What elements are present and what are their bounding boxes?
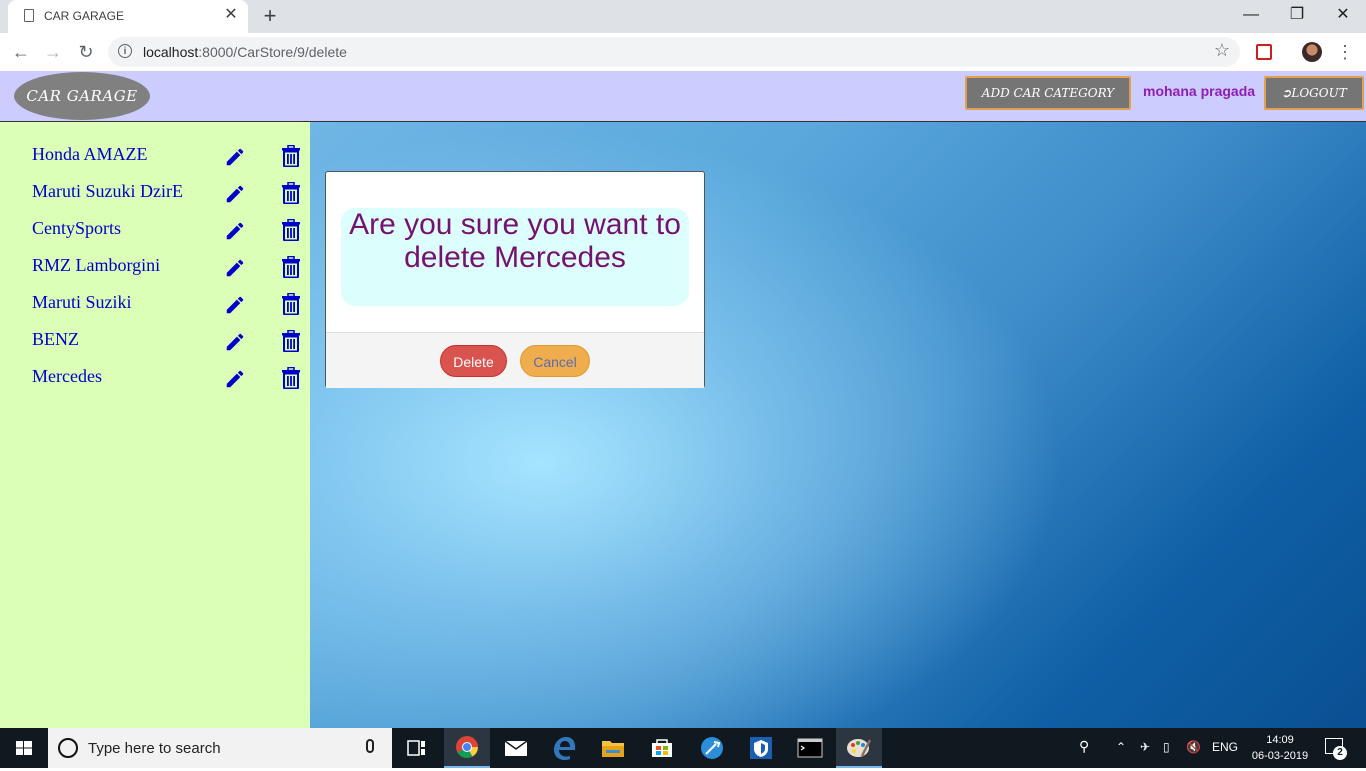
close-window-button[interactable]: ✕ bbox=[1320, 0, 1366, 33]
browser-tab[interactable]: CAR GARAGE ✕ bbox=[8, 0, 248, 33]
minimize-button[interactable]: — bbox=[1228, 0, 1274, 33]
url-host: localhost bbox=[143, 44, 199, 60]
url-path: :8000/CarStore/9/delete bbox=[198, 44, 347, 60]
chrome-taskbar-button[interactable] bbox=[444, 728, 490, 768]
car-link[interactable]: Mercedes bbox=[32, 366, 102, 387]
paint-taskbar-button[interactable] bbox=[836, 728, 882, 768]
car-link[interactable]: CentySports bbox=[32, 218, 121, 239]
pencil-icon[interactable] bbox=[224, 331, 246, 353]
trash-icon[interactable] bbox=[282, 219, 300, 241]
list-item: Maruti Suzuki DzirE bbox=[0, 181, 310, 218]
browser-toolbar: ← → ↻ i localhost:8000/CarStore/9/delete… bbox=[0, 33, 1366, 72]
extension-icon[interactable] bbox=[1256, 44, 1272, 60]
browser-tab-strip: CAR GARAGE ✕ + — ❐ ✕ bbox=[0, 0, 1366, 33]
username-label: mohana pragada bbox=[1143, 83, 1256, 99]
list-item: CentySports bbox=[0, 218, 310, 255]
car-link[interactable]: RMZ Lamborgini bbox=[32, 255, 160, 276]
pencil-icon[interactable] bbox=[224, 368, 246, 390]
cortana-icon bbox=[58, 738, 78, 758]
confirmation-message: Are you sure you want to delete Mercedes bbox=[349, 208, 681, 274]
trash-icon[interactable] bbox=[282, 145, 300, 167]
notification-badge: 2 bbox=[1333, 746, 1347, 760]
security-app-icon[interactable] bbox=[738, 728, 784, 768]
file-explorer-icon[interactable] bbox=[590, 728, 636, 768]
network-icon[interactable]: ✈ bbox=[1140, 740, 1150, 754]
pencil-icon[interactable] bbox=[224, 220, 246, 242]
trash-icon[interactable] bbox=[282, 293, 300, 315]
pencil-icon[interactable] bbox=[224, 257, 246, 279]
app-header: CAR GARAGE ADD CAR CATEGORY mohana praga… bbox=[0, 71, 1366, 122]
brand-logo[interactable]: CAR GARAGE bbox=[14, 72, 150, 120]
trash-icon[interactable] bbox=[282, 330, 300, 352]
taskbar-search-box[interactable]: Type here to search bbox=[48, 728, 392, 768]
new-tab-button[interactable]: + bbox=[258, 4, 282, 28]
volume-muted-icon[interactable]: 🔇 bbox=[1186, 740, 1201, 754]
car-link[interactable]: Maruti Suzuki DzirE bbox=[32, 181, 183, 202]
dialog-footer: Delete Cancel bbox=[326, 332, 704, 388]
task-view-icon[interactable] bbox=[394, 728, 440, 768]
logout-button[interactable]: ➲LOGOUT bbox=[1264, 76, 1364, 110]
back-arrow-icon[interactable]: ← bbox=[8, 39, 34, 65]
profile-avatar[interactable] bbox=[1302, 42, 1322, 62]
restore-button[interactable]: ❐ bbox=[1274, 0, 1320, 33]
reload-icon[interactable]: ↻ bbox=[73, 39, 99, 65]
tab-title: CAR GARAGE bbox=[44, 9, 125, 23]
tab-close-icon[interactable]: ✕ bbox=[222, 6, 240, 24]
url-text[interactable]: localhost:8000/CarStore/9/delete bbox=[143, 44, 347, 60]
page-icon bbox=[24, 9, 34, 22]
paint-icon bbox=[847, 739, 872, 757]
pencil-icon[interactable] bbox=[224, 146, 246, 168]
car-list-sidebar: Honda AMAZE Maruti Suzuki DzirE CentySpo… bbox=[0, 122, 310, 728]
list-item: Honda AMAZE bbox=[0, 144, 310, 181]
people-icon[interactable]: ⚲ bbox=[1079, 738, 1089, 755]
battery-icon[interactable]: ▯ bbox=[1163, 740, 1170, 754]
store-icon[interactable] bbox=[639, 728, 685, 768]
message-box: Are you sure you want to delete Mercedes bbox=[341, 208, 689, 306]
windows-taskbar: Type here to search ⚲ ⌃ ✈ ▯ 🔇 ENG 14:09 … bbox=[0, 728, 1366, 768]
language-indicator[interactable]: ENG bbox=[1212, 740, 1238, 754]
browser-menu-icon[interactable]: ⋮ bbox=[1336, 40, 1354, 64]
address-bar[interactable]: i localhost:8000/CarStore/9/delete ☆ bbox=[108, 37, 1240, 67]
delete-confirmation-dialog: Are you sure you want to delete Mercedes… bbox=[325, 171, 705, 388]
list-item: RMZ Lamborgini bbox=[0, 255, 310, 292]
list-item: Maruti Suziki bbox=[0, 292, 310, 329]
clock-time: 14:09 bbox=[1266, 734, 1294, 746]
microphone-icon[interactable] bbox=[366, 739, 374, 753]
forward-arrow-icon[interactable]: → bbox=[40, 39, 66, 65]
delete-button[interactable]: Delete bbox=[440, 345, 507, 377]
bookmark-star-icon[interactable]: ☆ bbox=[1214, 40, 1230, 61]
list-item: BENZ bbox=[0, 329, 310, 366]
car-link[interactable]: BENZ bbox=[32, 329, 79, 350]
clock[interactable]: 14:09 06-03-2019 bbox=[1250, 732, 1310, 764]
add-car-category-button[interactable]: ADD CAR CATEGORY bbox=[965, 76, 1131, 110]
chrome-icon bbox=[456, 736, 478, 758]
edge-icon[interactable] bbox=[542, 728, 588, 768]
windows-start-icon[interactable] bbox=[0, 728, 48, 768]
mail-icon[interactable] bbox=[493, 728, 539, 768]
car-link[interactable]: Honda AMAZE bbox=[32, 144, 148, 165]
trash-icon[interactable] bbox=[282, 182, 300, 204]
pencil-icon[interactable] bbox=[224, 183, 246, 205]
logout-label: LOGOUT bbox=[1291, 86, 1347, 100]
cancel-button[interactable]: Cancel bbox=[520, 345, 590, 377]
chevron-up-icon[interactable]: ⌃ bbox=[1116, 740, 1126, 754]
list-item: Mercedes bbox=[0, 366, 310, 403]
search-placeholder: Type here to search bbox=[88, 740, 221, 757]
trash-icon[interactable] bbox=[282, 256, 300, 278]
clock-date: 06-03-2019 bbox=[1251, 750, 1309, 762]
tool-app-icon[interactable] bbox=[689, 728, 735, 768]
trash-icon[interactable] bbox=[282, 367, 300, 389]
car-link[interactable]: Maruti Suziki bbox=[32, 292, 132, 313]
login-arrow-icon: ➲ bbox=[1281, 86, 1292, 100]
pencil-icon[interactable] bbox=[224, 294, 246, 316]
site-info-icon[interactable]: i bbox=[118, 44, 132, 58]
terminal-icon[interactable] bbox=[787, 728, 833, 768]
